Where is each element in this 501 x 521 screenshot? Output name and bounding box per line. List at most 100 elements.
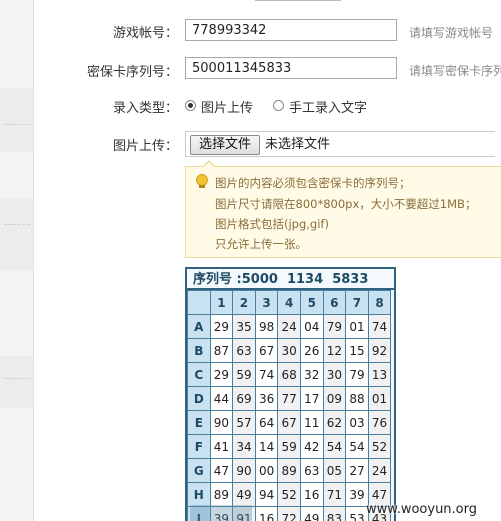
notice-line-4: 只允许上传一张。 — [215, 237, 307, 251]
card-cell: 54 — [322, 434, 347, 459]
card-cell: 59 — [277, 434, 301, 459]
card-grid: 12345678 A 29 35 98 24 04 79 01 74 B 87 63 67 30 26 12 1… — [187, 290, 392, 521]
card-cell: 69 — [232, 386, 256, 411]
notice-line-2: 图片尺寸请限在800*800px，大小不要超过1MB； — [215, 197, 477, 211]
card-cell: 68 — [277, 362, 301, 387]
card-column-header: 7 — [345, 290, 369, 315]
sidebar-divider — [4, 224, 30, 225]
card-cell: 76 — [367, 410, 392, 435]
card-cell: 13 — [367, 362, 392, 387]
top-edge-divider — [255, 0, 341, 1]
card-row: E 90 57 64 67 11 62 03 76 — [187, 410, 392, 435]
card-row: F 41 34 14 59 42 54 54 52 — [187, 434, 392, 459]
card-cell: 24 — [277, 314, 301, 339]
entry-type-label: 录入类型： — [112, 101, 178, 116]
card-cell: 14 — [254, 434, 279, 459]
sidebar-block — [0, 198, 33, 270]
card-column-header: 3 — [254, 290, 279, 315]
card-row: H 89 49 94 52 16 71 39 47 — [187, 482, 392, 507]
card-cell: 29 — [209, 362, 234, 387]
card-cell: 77 — [277, 386, 301, 411]
card-row: B 87 63 67 30 26 12 15 92 — [187, 338, 392, 363]
card-cell: 27 — [345, 458, 369, 483]
card-grid-body: A 29 35 98 24 04 79 01 74 B 87 63 67 30 26 12 15 92 C 29 59 7… — [187, 314, 392, 521]
card-cell: 47 — [209, 458, 234, 483]
card-row-header: D — [187, 386, 211, 411]
card-cell: 54 — [345, 434, 369, 459]
card-cell: 03 — [345, 410, 369, 435]
card-header-row: 12345678 — [187, 290, 392, 315]
account-input[interactable] — [185, 19, 397, 41]
sidebar-divider — [4, 378, 30, 379]
card-cell: 62 — [322, 410, 347, 435]
card-cell: 63 — [232, 338, 256, 363]
card-cell: 30 — [322, 362, 347, 387]
card-column-header: 4 — [277, 290, 301, 315]
card-cell: 49 — [299, 506, 324, 521]
watermark-text: www.wooyun.org — [366, 502, 478, 517]
card-cell: 11 — [299, 410, 324, 435]
card-row-header: H — [187, 482, 211, 507]
notice-line-3: 图片格式包括(jpg,gif) — [215, 217, 329, 231]
card-cell: 01 — [345, 314, 369, 339]
card-cell: 15 — [345, 338, 369, 363]
entry-image-radio[interactable] — [185, 100, 196, 111]
card-column-header: 2 — [232, 290, 256, 315]
choose-file-button[interactable]: 选择文件 — [190, 135, 260, 155]
card-cell: 89 — [277, 458, 301, 483]
card-cell: 64 — [254, 410, 279, 435]
card-cell: 04 — [299, 314, 324, 339]
card-cell: 01 — [367, 386, 392, 411]
card-cell: 30 — [277, 338, 301, 363]
card-cell: 26 — [299, 338, 324, 363]
card-cell: 89 — [209, 482, 234, 507]
card-cell: 17 — [299, 386, 324, 411]
card-cell: 52 — [277, 482, 301, 507]
card-row: G 47 90 00 89 63 05 27 24 — [187, 458, 392, 483]
card-cell: 41 — [209, 434, 234, 459]
lightbulb-base — [199, 185, 205, 188]
card-cell: 39 — [345, 482, 369, 507]
card-cell: 49 — [232, 482, 256, 507]
entry-manual-radio[interactable] — [273, 100, 284, 111]
card-cell: 00 — [254, 458, 279, 483]
sidebar-block — [0, 356, 33, 408]
card-cell: 09 — [322, 386, 347, 411]
card-cell: 53 — [345, 506, 369, 521]
card-cell: 05 — [322, 458, 347, 483]
card-column-header: 8 — [367, 290, 392, 315]
entry-image-label[interactable]: 图片上传 — [201, 97, 253, 116]
card-cell: 98 — [254, 314, 279, 339]
card-cell: 72 — [277, 506, 301, 521]
card-cell: 63 — [299, 458, 324, 483]
account-label: 游戏帐号： — [112, 26, 178, 41]
card-row-header: C — [187, 362, 211, 387]
serial-label: 密保卡序列号： — [86, 65, 178, 80]
card-cell: 16 — [254, 506, 279, 521]
card-row: D 44 69 36 77 17 09 88 01 — [187, 386, 392, 411]
entry-manual-label[interactable]: 手工录入文字 — [289, 97, 367, 116]
card-serial-title: 序列号 :5000 1134 5833 — [187, 269, 394, 290]
card-cell: 92 — [367, 338, 392, 363]
card-cell: 74 — [367, 314, 392, 339]
card-cell: 52 — [367, 434, 392, 459]
watermark-logo — [190, 505, 252, 521]
serial-input[interactable] — [185, 57, 397, 79]
card-cell: 57 — [232, 410, 256, 435]
card-cell: 90 — [232, 458, 256, 483]
sidebar-divider — [4, 124, 30, 125]
security-card-image: 序列号 :5000 1134 5833 12345678 A 29 35 98 24 04… — [185, 267, 396, 521]
serial-hint: 请填写密保卡序列号 — [409, 64, 501, 78]
card-row-header: E — [187, 410, 211, 435]
card-column-header: 6 — [322, 290, 347, 315]
card-cell: 29 — [209, 314, 234, 339]
card-cell: 71 — [322, 482, 347, 507]
upload-label: 图片上传： — [112, 139, 178, 154]
card-cell: 35 — [232, 314, 256, 339]
card-cell: 36 — [254, 386, 279, 411]
file-status-text: 未选择文件 — [265, 137, 331, 152]
card-column-header: 5 — [299, 290, 324, 315]
card-cell: 74 — [254, 362, 279, 387]
card-cell: 12 — [322, 338, 347, 363]
card-cell: 16 — [299, 482, 324, 507]
